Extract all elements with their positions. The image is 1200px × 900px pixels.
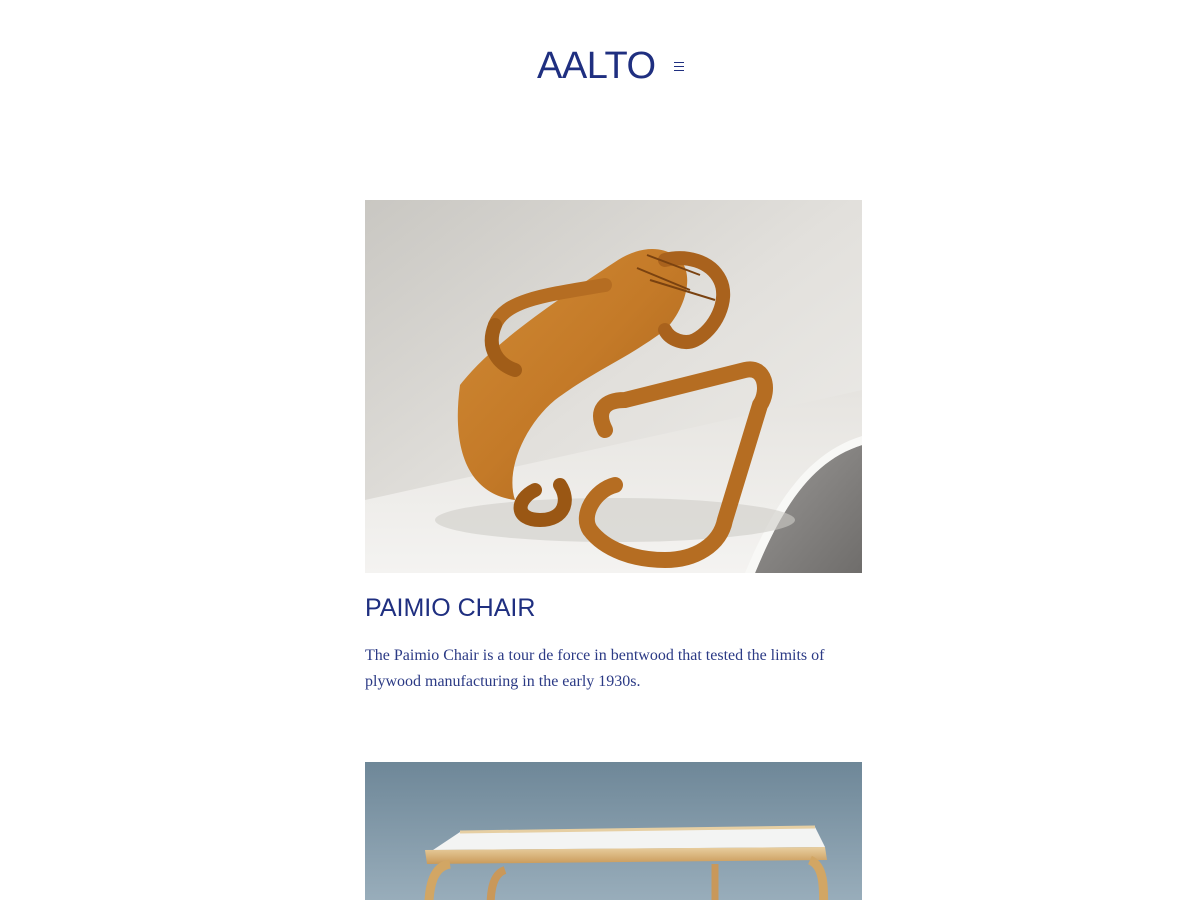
product-card: PAIMIO CHAIR The Paimio Chair is a tour … (365, 200, 862, 695)
paimio-chair-illustration (365, 200, 862, 573)
site-header: AALTO (0, 44, 1200, 88)
hamburger-menu-icon[interactable] (671, 58, 687, 74)
menu-bar (674, 62, 684, 63)
site-logo[interactable]: AALTO (537, 44, 656, 88)
menu-bar (674, 66, 684, 67)
tea-trolley-illustration (365, 762, 862, 900)
product-title[interactable]: PAIMIO CHAIR (365, 593, 862, 623)
product-card (365, 762, 862, 900)
menu-bar (674, 70, 684, 71)
tea-trolley-table-photo[interactable] (365, 762, 862, 900)
product-description: The Paimio Chair is a tour de force in b… (365, 647, 825, 690)
paimio-chair-photo[interactable] (365, 200, 862, 573)
